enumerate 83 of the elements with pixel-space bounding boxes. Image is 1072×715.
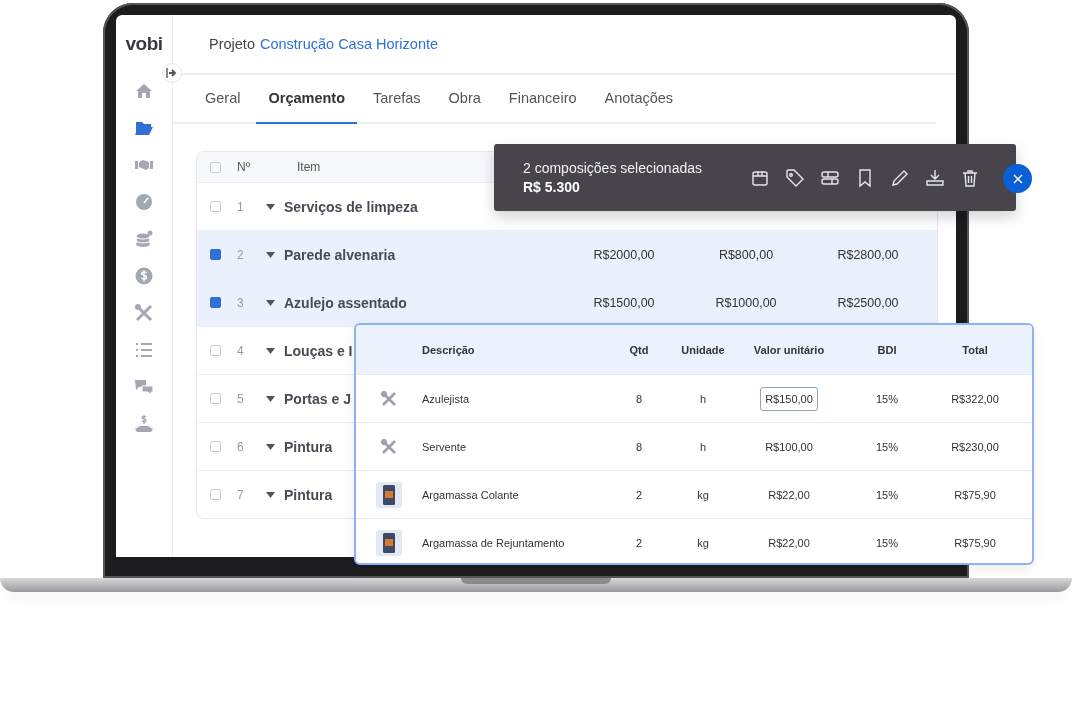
selection-total: R$ 5.300 <box>523 179 581 195</box>
caret-icon[interactable] <box>266 443 275 450</box>
caret-icon[interactable] <box>266 203 275 210</box>
close-icon <box>1012 173 1023 184</box>
item-name: Serviços de limpeza <box>284 198 418 215</box>
column-header: Nº <box>237 160 252 174</box>
logo: vobi <box>125 33 163 55</box>
caret-icon[interactable] <box>266 251 275 258</box>
table-cell-text: R$800,00 <box>717 247 775 262</box>
table-cell-text: R$75,90 <box>953 536 997 549</box>
column-header: Total <box>961 343 989 356</box>
item-name: Pintura <box>284 438 333 455</box>
item-name: Pintura <box>284 486 333 503</box>
table-cell-text: R$2000,00 <box>592 247 656 262</box>
tab[interactable]: Obra <box>436 75 493 124</box>
tools-icon <box>380 389 398 408</box>
description-cell-text: Azulejista <box>422 392 471 405</box>
table-cell-text: R$75,90 <box>953 488 997 501</box>
value-input-field[interactable]: R$150,00 <box>760 386 818 411</box>
column-header: Qtd <box>628 343 650 356</box>
trash-icon[interactable] <box>960 167 980 188</box>
selection-count: 2 composições selecionadas <box>523 160 702 176</box>
caret-icon[interactable] <box>266 347 275 354</box>
value-cell-text: R$100,00 <box>764 439 814 455</box>
table-cell-text: R$2500,00 <box>836 295 900 310</box>
column-header: Item <box>297 160 321 174</box>
row-number: 7 <box>237 487 245 502</box>
column-header: BDI <box>876 343 898 356</box>
project-name-link[interactable]: Construção Casa Horizonte <box>259 36 439 52</box>
tab[interactable]: Orçamento <box>256 75 358 124</box>
caret-icon[interactable] <box>266 299 275 306</box>
description-cell-text: Servente <box>422 440 468 453</box>
table-cell-text: R$2800,00 <box>836 247 900 262</box>
table-cell-text: 15% <box>875 440 899 453</box>
tab[interactable]: Geral <box>193 75 253 124</box>
tab[interactable]: Anotações <box>592 75 686 124</box>
item-name: Louças e I <box>284 342 353 359</box>
row-number: 6 <box>237 439 245 454</box>
column-header: Unidade <box>680 343 726 356</box>
tools-icon <box>380 437 398 456</box>
tag-icon[interactable] <box>785 167 805 188</box>
column-header: Descrição <box>422 343 476 356</box>
table-cell-text: 8 <box>634 392 644 405</box>
table-cell-text: h <box>698 440 708 453</box>
row-checkbox[interactable] <box>210 297 221 308</box>
row-number: 5 <box>237 391 245 406</box>
table-cell-text: 15% <box>875 392 899 405</box>
row-number: 2 <box>237 247 245 262</box>
select-all-checkbox[interactable] <box>210 161 221 173</box>
cement-bag-icon <box>376 529 402 556</box>
tab[interactable]: Tarefas <box>361 75 433 124</box>
row-number: 4 <box>237 343 245 358</box>
item-name: Portas e J <box>284 390 351 407</box>
cement-bag-icon <box>376 481 402 508</box>
download-icon[interactable] <box>925 167 945 188</box>
item-name: Parede alvenaria <box>284 246 396 263</box>
caret-icon[interactable] <box>266 395 275 402</box>
table-cell-text: 2 <box>634 488 644 501</box>
table-cell-text: 8 <box>634 440 644 453</box>
tab[interactable]: Financeiro <box>496 75 589 124</box>
description-cell-text: Argamassa de Rejuntamento <box>422 536 566 549</box>
table-cell-text: R$1500,00 <box>592 295 656 310</box>
table-cell-text: kg <box>696 536 710 549</box>
value-cell-text: R$22,00 <box>767 535 811 551</box>
column-header: Valor unitário <box>752 343 826 356</box>
description-cell-text: Argamassa Colante <box>422 488 520 501</box>
row-checkbox[interactable] <box>210 249 221 260</box>
table-cell-text: h <box>698 392 708 405</box>
table-cell-text: 15% <box>875 536 899 549</box>
row-number: 3 <box>237 295 245 310</box>
table-cell-text: R$1000,00 <box>714 295 778 310</box>
table-cell-text: 2 <box>634 536 644 549</box>
table-cell-text: R$230,00 <box>950 440 1000 453</box>
row-number: 1 <box>237 199 245 214</box>
arrow-icon <box>166 68 178 78</box>
project-label: Projeto <box>209 36 255 52</box>
value-cell-text: R$22,00 <box>767 487 811 503</box>
caret-icon[interactable] <box>266 491 275 498</box>
table-cell-text: 15% <box>875 488 899 501</box>
table-cell-text: R$322,00 <box>950 392 1000 405</box>
table-cell-text: kg <box>696 488 710 501</box>
item-name: Azulejo assentado <box>284 294 407 311</box>
expand-sidebar-button[interactable] <box>162 63 182 83</box>
